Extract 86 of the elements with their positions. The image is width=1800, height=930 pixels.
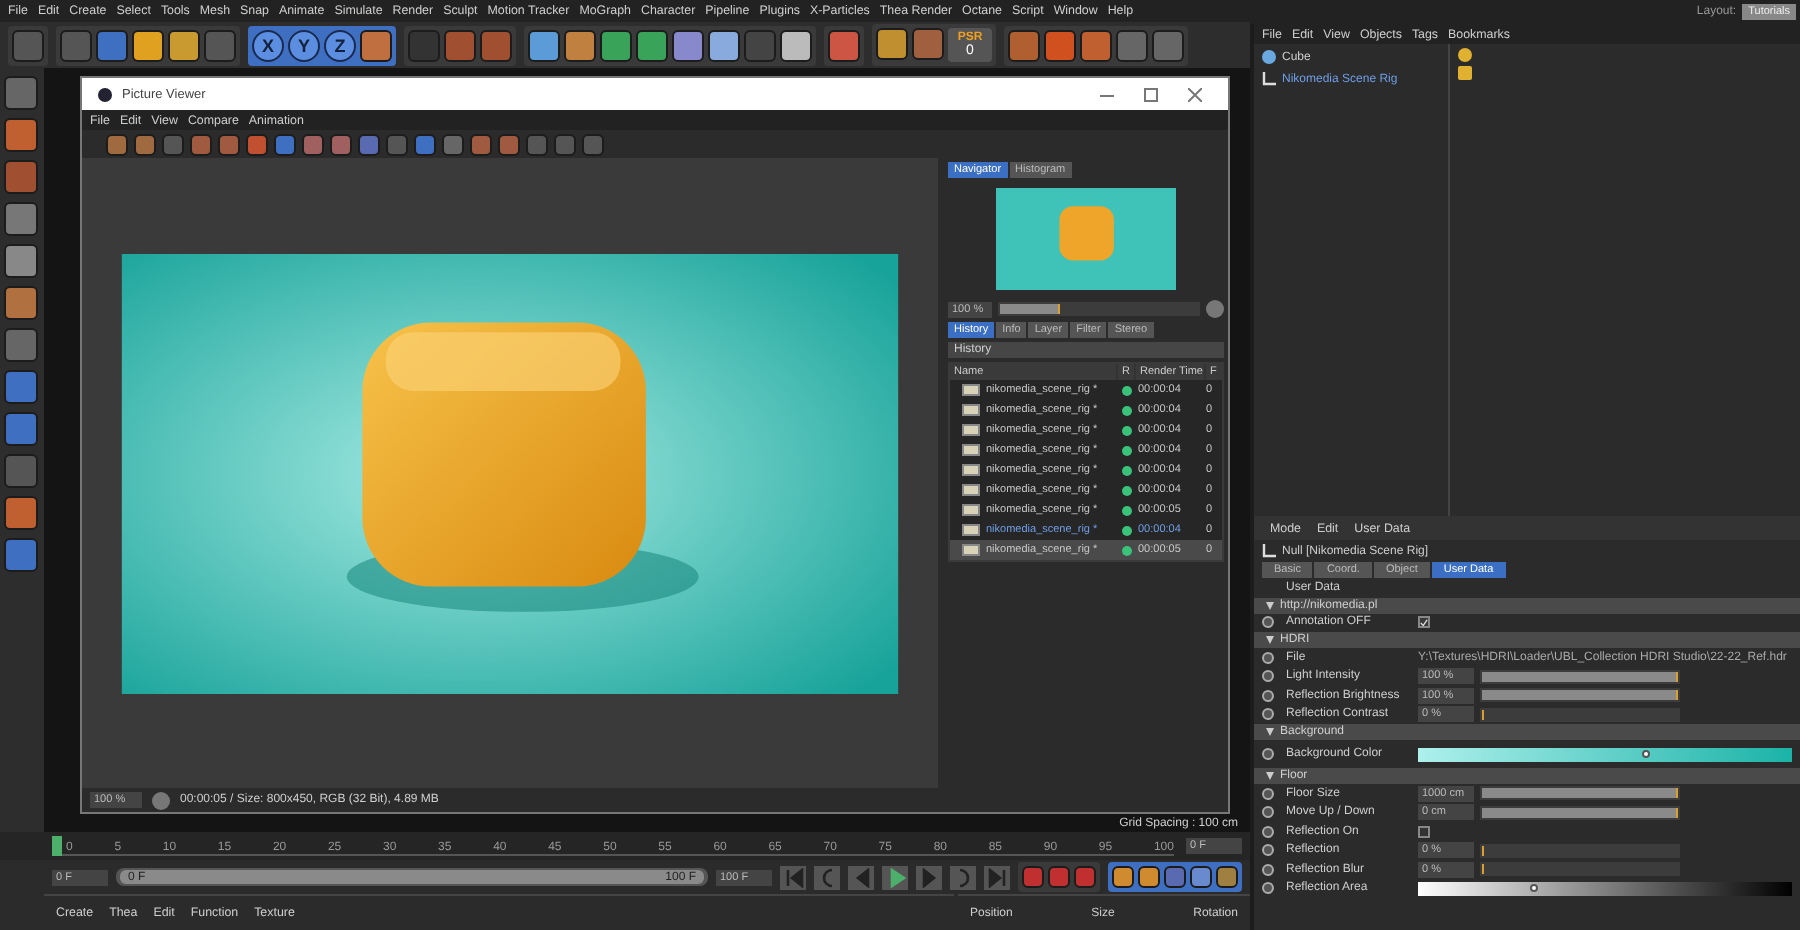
- status-dot-icon: [1122, 465, 1132, 475]
- null-icon: [1262, 544, 1276, 558]
- gradient-knob[interactable]: [1530, 883, 1539, 892]
- play-button[interactable]: [882, 865, 908, 889]
- axis-button[interactable]: Z: [324, 29, 356, 61]
- playhead-marker[interactable]: [52, 836, 62, 856]
- previous-key-icon: [817, 867, 837, 887]
- skip-back-icon: [783, 867, 803, 887]
- tool-icon[interactable]: [168, 29, 200, 61]
- previous-key-button[interactable]: [814, 865, 840, 889]
- animate-dot-icon[interactable]: [1262, 708, 1274, 721]
- animate-dot-icon[interactable]: [1262, 670, 1274, 683]
- animate-dot-icon[interactable]: [1262, 689, 1274, 702]
- status-dot-icon: [1122, 405, 1132, 415]
- step-back-icon: [851, 867, 871, 887]
- checkbox[interactable]: [1418, 616, 1430, 629]
- status-dot-icon: [1122, 485, 1132, 495]
- caret-icon: [1266, 772, 1274, 780]
- tool-icon[interactable]: [636, 29, 668, 61]
- tool-icon[interactable]: [4, 286, 38, 320]
- caret-icon: [1266, 728, 1274, 736]
- tool-icon[interactable]: [1138, 866, 1160, 888]
- tool-icon[interactable]: [828, 29, 860, 61]
- slider[interactable]: [1480, 707, 1680, 722]
- maximize-icon: [1144, 87, 1158, 101]
- animate-dot-icon[interactable]: [1262, 748, 1274, 760]
- app-logo-icon: [98, 87, 112, 101]
- tool-icon[interactable]: [1080, 29, 1112, 61]
- gradient-bar[interactable]: [1418, 747, 1792, 761]
- axis-button[interactable]: X: [252, 29, 284, 61]
- sphere-icon: [1262, 50, 1276, 64]
- axis-button[interactable]: Y: [288, 29, 320, 61]
- status-dot-icon: [1122, 525, 1132, 535]
- caret-icon: [1266, 636, 1274, 644]
- slider[interactable]: [1480, 862, 1680, 877]
- animate-dot-icon[interactable]: [1262, 863, 1274, 876]
- gradient-knob[interactable]: [1642, 749, 1651, 757]
- animate-dot-icon[interactable]: [1262, 844, 1274, 857]
- status-dot-icon: [1122, 505, 1132, 515]
- tool-icon[interactable]: [1044, 29, 1076, 61]
- tool-icon[interactable]: [708, 29, 740, 61]
- step-forward-button[interactable]: [916, 865, 942, 889]
- animate-dot-icon[interactable]: [1262, 651, 1274, 664]
- animate-dot-icon[interactable]: [1262, 825, 1274, 838]
- caret-icon: [1266, 601, 1274, 609]
- tool-icon[interactable]: [528, 29, 560, 61]
- tool-icon[interactable]: [1190, 866, 1212, 888]
- status-dot-icon: [1122, 385, 1132, 395]
- animate-dot-icon[interactable]: [1262, 616, 1274, 629]
- close-icon: [1188, 87, 1202, 101]
- zoom-button[interactable]: [1206, 300, 1224, 318]
- animate-dot-icon[interactable]: [1262, 787, 1274, 800]
- status-dot-icon: [1122, 445, 1132, 455]
- tool-icon[interactable]: [780, 29, 812, 61]
- skip-back-button[interactable]: [780, 865, 806, 889]
- skip-forward-button[interactable]: [984, 865, 1010, 889]
- tool-icon[interactable]: [134, 133, 156, 155]
- tool-icon[interactable]: [564, 29, 596, 61]
- status-dot-icon: [1122, 425, 1132, 435]
- tool-icon[interactable]: [360, 29, 392, 61]
- tool-icon[interactable]: [4, 244, 38, 278]
- tool-icon[interactable]: [132, 29, 164, 61]
- tool-icon[interactable]: [1112, 866, 1134, 888]
- slider[interactable]: [1480, 843, 1680, 858]
- record-button[interactable]: [152, 791, 170, 809]
- tool-icon[interactable]: [4, 118, 38, 152]
- next-key-button[interactable]: [950, 865, 976, 889]
- slider[interactable]: [998, 302, 1200, 316]
- tool-icon[interactable]: [876, 28, 908, 60]
- step-back-button[interactable]: [848, 865, 874, 889]
- tool-icon[interactable]: [600, 29, 632, 61]
- tool-icon[interactable]: [106, 133, 128, 155]
- tool-icon[interactable]: [1008, 29, 1040, 61]
- checkbox[interactable]: [1418, 825, 1430, 838]
- step-forward-icon: [919, 867, 939, 887]
- status-dot-icon: [1122, 545, 1132, 555]
- tool-icon[interactable]: [1216, 866, 1238, 888]
- skip-forward-icon: [987, 867, 1007, 887]
- animate-dot-icon[interactable]: [1262, 882, 1274, 895]
- null-icon: [1262, 72, 1276, 86]
- play-icon: [885, 867, 905, 887]
- tool-icon[interactable]: [672, 29, 704, 61]
- tool-icon[interactable]: [4, 202, 38, 236]
- gradient-bar[interactable]: [1418, 881, 1792, 896]
- animate-dot-icon[interactable]: [1262, 806, 1274, 819]
- tool-icon[interactable]: [4, 496, 38, 530]
